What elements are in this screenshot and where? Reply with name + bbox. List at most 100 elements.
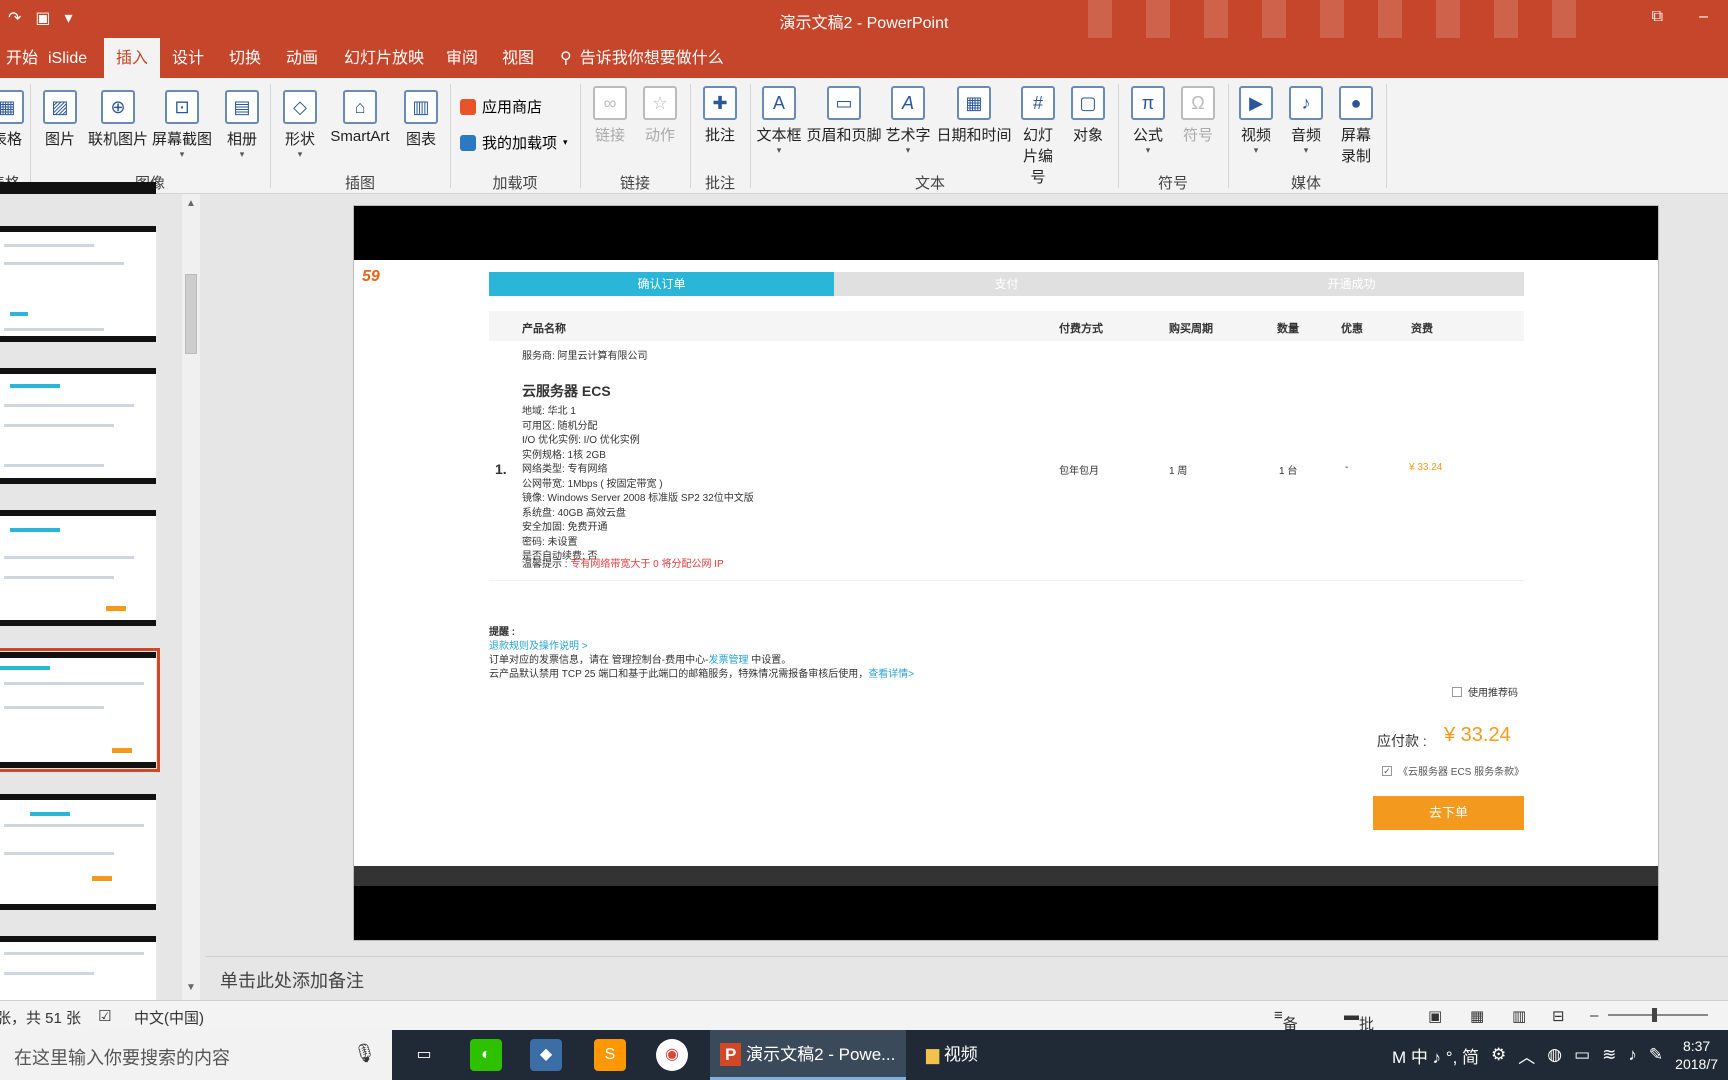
- normal-view-icon[interactable]: ▣: [1428, 1007, 1442, 1025]
- action-button[interactable]: ☆ 动作: [640, 86, 680, 145]
- taskbar-app-powerpoint[interactable]: P 演示文稿2 - Powe...: [710, 1030, 906, 1080]
- details-link[interactable]: 查看详情>: [868, 669, 914, 680]
- taskbar-search[interactable]: 在这里输入你要搜索的内容 🎙: [0, 1030, 392, 1080]
- tab-slideshow[interactable]: 幻灯片放映: [332, 38, 436, 78]
- settings-icon[interactable]: ⚙: [1491, 1045, 1506, 1065]
- slideshow-icon[interactable]: ⊟: [1552, 1007, 1565, 1025]
- object-icon: ▢: [1071, 86, 1105, 120]
- hint-text: 温馨提示 : 专有网络带宽大于 0 将分配公网 IP: [522, 559, 724, 570]
- equation-button[interactable]: π 公式 ▾: [1126, 86, 1170, 156]
- star-icon: ☆: [643, 86, 677, 120]
- notes-toggle[interactable]: ≡ 备注: [1274, 1007, 1298, 1054]
- scroll-up-icon[interactable]: ▲: [186, 198, 196, 209]
- tab-review[interactable]: 审阅: [434, 38, 490, 78]
- photo-album-button[interactable]: ▤ 相册 ▾: [220, 90, 264, 160]
- tab-view[interactable]: 视图: [490, 38, 546, 78]
- store-button[interactable]: 应用商店: [460, 96, 542, 117]
- wordart-button[interactable]: A 艺术字 ▾: [884, 86, 932, 156]
- quantity-value: 1 台: [1279, 466, 1298, 477]
- online-picture-icon: ⊕: [101, 90, 135, 124]
- network-icon[interactable]: ◍: [1547, 1045, 1562, 1065]
- comment-icon: ✚: [703, 86, 737, 120]
- slide-thumbnail[interactable]: [0, 510, 156, 626]
- screenshot-bottom-bar: [354, 886, 1658, 940]
- tab-transitions[interactable]: 切换: [217, 38, 273, 78]
- terms-link[interactable]: 《云服务器 ECS 服务条款》: [1398, 763, 1524, 778]
- slide-thumbnail[interactable]: [0, 368, 156, 484]
- header-footer-button[interactable]: ▭ 页眉和页脚: [806, 86, 882, 145]
- reading-view-icon[interactable]: ▥: [1512, 1007, 1526, 1025]
- refund-rules-link[interactable]: 退款规则及操作说明 >: [489, 640, 914, 654]
- group-separator: [750, 84, 751, 188]
- smartart-button[interactable]: ⌂ SmartArt: [324, 90, 396, 145]
- tell-me-box[interactable]: ⚲ 告诉我你想要做什么: [560, 38, 724, 78]
- slide-thumbnail[interactable]: [0, 226, 156, 342]
- chevron-up-icon[interactable]: ︿: [1518, 1043, 1535, 1068]
- place-order-button[interactable]: 去下单: [1373, 796, 1524, 830]
- zoom-out-icon[interactable]: –: [1590, 1007, 1598, 1024]
- comment-button[interactable]: ✚ 批注: [698, 86, 742, 145]
- textbox-button[interactable]: A 文本框 ▾: [754, 86, 804, 156]
- battery-icon[interactable]: ▭: [1574, 1045, 1590, 1065]
- date-time-button[interactable]: ▦ 日期和时间: [934, 86, 1014, 145]
- omega-icon: Ω: [1181, 86, 1215, 120]
- screen-recording-button[interactable]: ● 屏幕录制: [1334, 86, 1378, 166]
- ribbon-display-icon[interactable]: ⧉: [1652, 8, 1663, 26]
- table-button[interactable]: ▦表格: [0, 90, 24, 149]
- virtualbox-icon[interactable]: ◆: [530, 1039, 562, 1071]
- task-view-icon[interactable]: ▭: [408, 1039, 440, 1071]
- scrollbar-thumb[interactable]: [185, 274, 197, 354]
- zoom-slider-thumb[interactable]: [1652, 1008, 1657, 1022]
- tab-design[interactable]: 设计: [160, 38, 216, 78]
- audio-button[interactable]: ♪ 音频 ▾: [1284, 86, 1328, 156]
- slide-thumbnail[interactable]: [0, 936, 156, 1000]
- spellcheck-icon[interactable]: ☑: [98, 1007, 111, 1025]
- my-addins-button[interactable]: 我的加载项 ▾: [460, 132, 568, 153]
- microphone-icon[interactable]: 🎙: [353, 1043, 376, 1064]
- invoice-management-link[interactable]: 发票管理: [708, 655, 748, 666]
- referral-checkbox[interactable]: [1452, 686, 1462, 697]
- clock[interactable]: 8:37 2018/7: [1675, 1037, 1718, 1073]
- col-quantity: 数量: [1277, 323, 1299, 335]
- chart-button[interactable]: ▥ 图表: [400, 90, 442, 149]
- slide-thumbnail[interactable]: [0, 794, 156, 910]
- shapes-icon: ◇: [283, 90, 317, 124]
- referral-code-option[interactable]: 使用推荐码: [1452, 684, 1518, 699]
- scroll-down-icon[interactable]: ▼: [186, 982, 196, 993]
- slide-thumbnail-selected[interactable]: [0, 648, 160, 772]
- tab-insert[interactable]: 插入: [104, 38, 161, 78]
- video-button[interactable]: ▶ 视频 ▾: [1234, 86, 1278, 156]
- tab-animations[interactable]: 动画: [274, 38, 330, 78]
- online-picture-button[interactable]: ⊕ 联机图片: [86, 90, 150, 149]
- store-icon: [460, 98, 476, 115]
- pen-icon[interactable]: ✎: [1649, 1045, 1663, 1065]
- taskbar-app-folder[interactable]: ▆ 视频: [916, 1030, 1016, 1080]
- slide-counter: 张，共 51 张: [0, 1010, 82, 1027]
- minimize-icon[interactable]: –: [1699, 8, 1708, 26]
- slide-sorter-icon[interactable]: ▦: [1470, 1007, 1484, 1025]
- zoom-slider[interactable]: [1608, 1014, 1708, 1016]
- volume-icon[interactable]: ♪: [1628, 1045, 1637, 1065]
- fee-value: ¥ 33.24: [1409, 462, 1443, 473]
- shapes-button[interactable]: ◇ 形状 ▾: [278, 90, 322, 160]
- ime-indicator[interactable]: M 中 ♪ °, 简: [1392, 1043, 1479, 1068]
- terms-checkbox[interactable]: ✓: [1382, 765, 1392, 776]
- terms-agreement[interactable]: ✓ 《云服务器 ECS 服务条款》: [1382, 763, 1524, 778]
- speaker-notes[interactable]: 单击此处添加备注: [206, 956, 1728, 1000]
- language-indicator[interactable]: 中文(中国): [134, 1007, 204, 1028]
- tab-islide[interactable]: iSlide: [36, 38, 99, 78]
- sublime-icon[interactable]: S: [594, 1039, 626, 1071]
- slide-thumbnail[interactable]: [0, 182, 156, 194]
- object-button[interactable]: ▢ 对象: [1066, 86, 1110, 145]
- slide-number-button[interactable]: # 幻灯片编号: [1016, 86, 1060, 187]
- link-button[interactable]: ∞ 链接: [590, 86, 630, 145]
- comments-toggle[interactable]: ▬ 批注: [1344, 1007, 1374, 1054]
- symbol-button[interactable]: Ω 符号: [1176, 86, 1220, 145]
- wechat-icon[interactable]: ◐: [470, 1039, 502, 1071]
- thumbnails-scrollbar[interactable]: ▲ ▼: [182, 194, 200, 1000]
- picture-button[interactable]: ▨ 图片: [40, 90, 80, 149]
- screenshot-button[interactable]: ⊡ 屏幕截图 ▾: [150, 90, 214, 160]
- slide-canvas[interactable]: 59 确认订单 支付 开通成功 产品名称 付费方式 购买周期 数量 优惠 资费 …: [353, 205, 1659, 941]
- chrome-icon[interactable]: ◉: [656, 1039, 688, 1071]
- wifi-icon[interactable]: ≋: [1602, 1045, 1616, 1065]
